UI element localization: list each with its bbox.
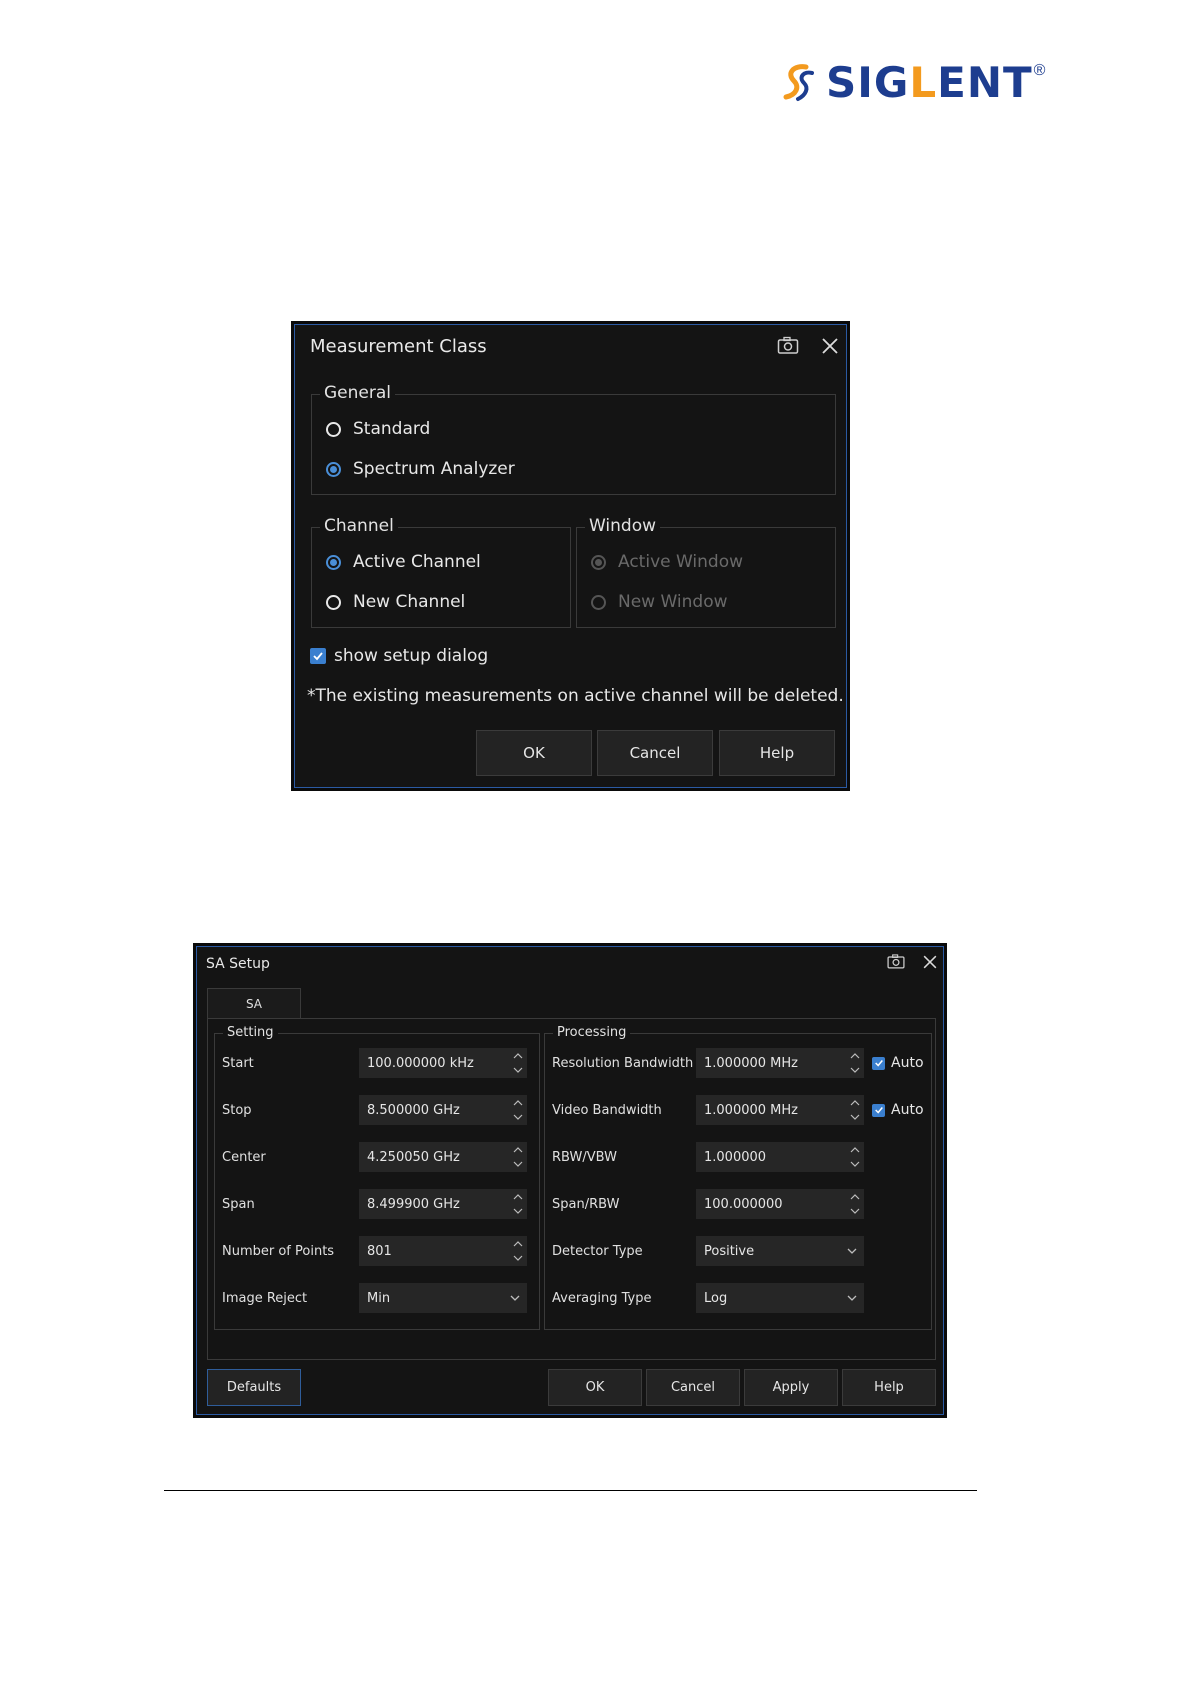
general-group-label: General <box>320 383 395 403</box>
averaging-type-select[interactable]: Log <box>696 1283 864 1313</box>
start-label: Start <box>222 1056 254 1071</box>
span-label: Span <box>222 1197 255 1212</box>
apply-button[interactable]: Apply <box>744 1369 838 1406</box>
center-input[interactable]: 4.250050 GHz <box>359 1142 527 1172</box>
number-of-points-label: Number of Points <box>222 1244 335 1259</box>
radio-indicator <box>326 594 341 610</box>
detector-type-label: Detector Type <box>552 1244 643 1259</box>
spin-arrows-icon[interactable] <box>512 1238 524 1264</box>
processing-group-label: Processing <box>553 1025 631 1040</box>
spin-arrows-icon[interactable] <box>512 1097 524 1123</box>
start-input[interactable]: 100.000000 kHz <box>359 1048 527 1078</box>
rbw-vbw-input[interactable]: 1.000000 <box>696 1142 864 1172</box>
number-of-points-input[interactable]: 801 <box>359 1236 527 1266</box>
radio-indicator <box>326 554 341 570</box>
camera-icon[interactable] <box>886 952 906 972</box>
span-rbw-input[interactable]: 100.000000 <box>696 1189 864 1219</box>
title-bar: Measurement Class <box>294 324 847 370</box>
resolution-bandwidth-input[interactable]: 1.000000 MHz <box>696 1048 864 1078</box>
radio-active-channel[interactable]: Active Channel <box>326 552 481 572</box>
help-button[interactable]: Help <box>842 1369 936 1406</box>
help-button[interactable]: Help <box>719 730 835 776</box>
video-bandwidth-label: Video Bandwidth <box>552 1103 662 1118</box>
stop-label: Stop <box>222 1103 252 1118</box>
radio-indicator <box>591 554 606 570</box>
defaults-button[interactable]: Defaults <box>207 1369 301 1406</box>
span-input[interactable]: 8.499900 GHz <box>359 1189 527 1219</box>
spin-arrows-icon[interactable] <box>849 1144 861 1170</box>
processing-group: Processing Resolution Bandwidth 1.000000… <box>544 1025 932 1330</box>
setting-group: Setting Start 100.000000 kHz Stop 8.5000… <box>214 1025 540 1330</box>
siglent-swirl-icon <box>783 64 814 101</box>
image-reject-label: Image Reject <box>222 1291 308 1306</box>
radio-new-window: New Window <box>591 592 728 612</box>
radio-new-channel[interactable]: New Channel <box>326 592 465 612</box>
registered-mark: ® <box>1033 62 1046 79</box>
check-icon <box>310 648 326 664</box>
dialog-title: Measurement Class <box>310 336 487 357</box>
radio-spectrum-analyzer[interactable]: Spectrum Analyzer <box>326 459 515 479</box>
spin-arrows-icon[interactable] <box>849 1097 861 1123</box>
video-bandwidth-input[interactable]: 1.000000 MHz <box>696 1095 864 1125</box>
general-group: General Standard Spectrum Analyzer <box>311 383 836 495</box>
spin-arrows-icon[interactable] <box>849 1191 861 1217</box>
channel-group: Channel Active Channel New Channel <box>311 516 571 628</box>
resolution-bandwidth-label: Resolution Bandwidth <box>552 1056 694 1071</box>
spin-arrows-icon[interactable] <box>849 1050 861 1076</box>
close-icon[interactable] <box>818 334 842 358</box>
measurement-class-dialog: Measurement Class General Standard Spect… <box>291 321 850 791</box>
cancel-button[interactable]: Cancel <box>646 1369 740 1406</box>
check-icon <box>872 1056 885 1070</box>
stop-input[interactable]: 8.500000 GHz <box>359 1095 527 1125</box>
camera-icon[interactable] <box>776 334 800 358</box>
sa-setup-dialog: SA Setup SA Setting Start 100.000000 kHz… <box>193 943 947 1418</box>
tab-sa[interactable]: SA <box>207 988 301 1018</box>
window-group: Window Active Window New Window <box>576 516 836 628</box>
logo-wordmark: SIGLENT <box>826 58 1033 107</box>
radio-indicator <box>591 594 606 610</box>
rbw-auto-checkbox[interactable]: Auto <box>872 1055 924 1071</box>
chevron-down-icon <box>847 1295 857 1301</box>
chevron-down-icon <box>510 1295 520 1301</box>
vbw-auto-checkbox[interactable]: Auto <box>872 1102 924 1118</box>
ok-button[interactable]: OK <box>476 730 592 776</box>
dialog-title: SA Setup <box>206 956 270 972</box>
close-icon[interactable] <box>920 952 940 972</box>
span-rbw-label: Span/RBW <box>552 1197 620 1212</box>
radio-active-window: Active Window <box>591 552 743 572</box>
warning-note: *The existing measurements on active cha… <box>307 686 844 706</box>
footer-divider <box>164 1490 977 1491</box>
setting-group-label: Setting <box>223 1025 278 1040</box>
radio-indicator <box>326 461 341 477</box>
show-setup-dialog-checkbox[interactable]: show setup dialog <box>310 646 488 666</box>
averaging-type-label: Averaging Type <box>552 1291 652 1306</box>
rbw-vbw-label: RBW/VBW <box>552 1150 617 1165</box>
spin-arrows-icon[interactable] <box>512 1191 524 1217</box>
radio-standard[interactable]: Standard <box>326 419 430 439</box>
image-reject-select[interactable]: Min <box>359 1283 527 1313</box>
siglent-logo: SIGLENT ® <box>776 58 1046 108</box>
spin-arrows-icon[interactable] <box>512 1050 524 1076</box>
tab-panel: Setting Start 100.000000 kHz Stop 8.5000… <box>207 1018 936 1360</box>
check-icon <box>872 1103 885 1117</box>
chevron-down-icon <box>847 1248 857 1254</box>
cancel-button[interactable]: Cancel <box>597 730 713 776</box>
center-label: Center <box>222 1150 266 1165</box>
detector-type-select[interactable]: Positive <box>696 1236 864 1266</box>
radio-indicator <box>326 421 341 437</box>
window-group-label: Window <box>585 516 661 536</box>
channel-group-label: Channel <box>320 516 398 536</box>
spin-arrows-icon[interactable] <box>512 1144 524 1170</box>
ok-button[interactable]: OK <box>548 1369 642 1406</box>
